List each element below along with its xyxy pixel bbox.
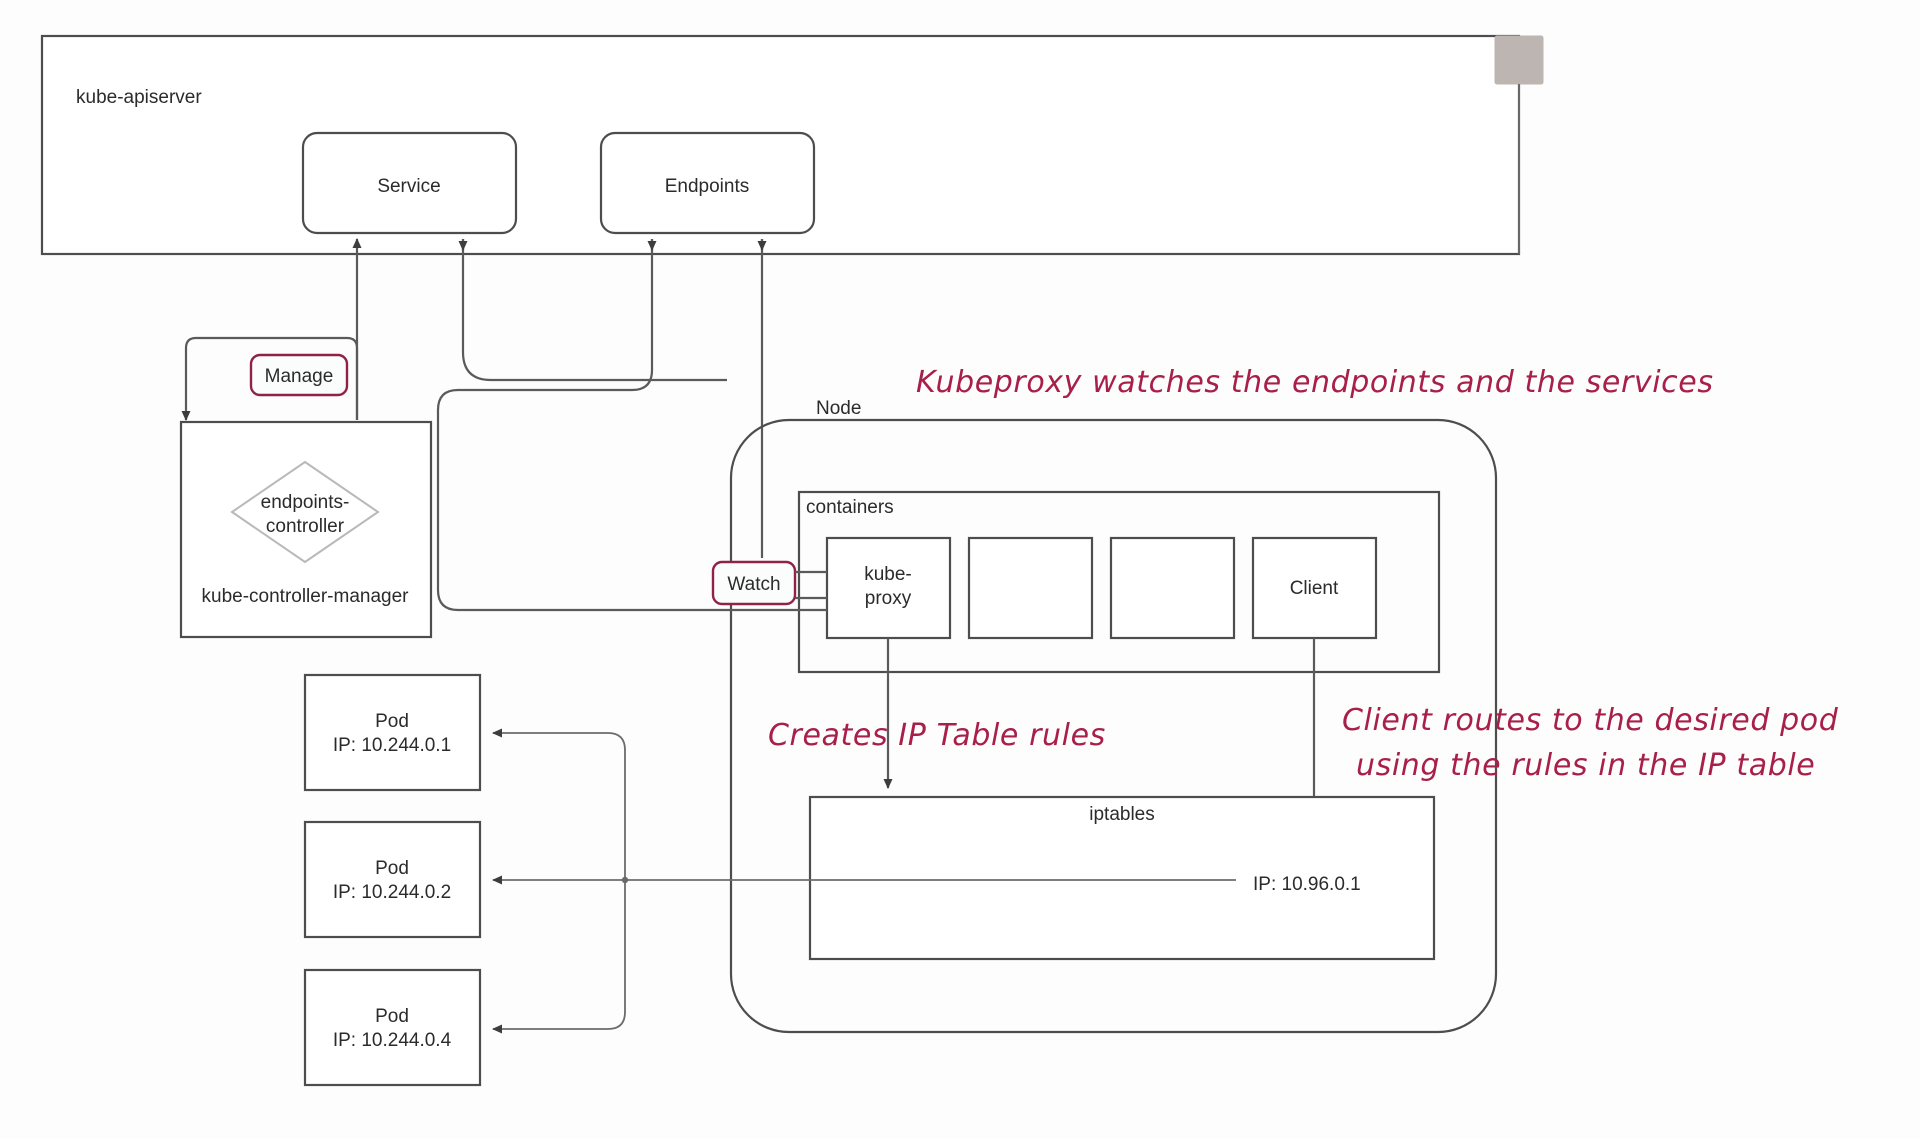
container-empty-2[interactable] [1109,536,1236,640]
kube-controller-manager-label: kube-controller-manager [202,586,410,607]
container-empty-1[interactable] [967,536,1094,640]
container-kube-proxy[interactable]: kube- proxy [825,536,952,640]
pod-3-name: Pod [375,1006,409,1027]
pod-box-1[interactable]: Pod IP: 10.244.0.1 [303,673,482,792]
iptables-label: iptables [1089,804,1155,825]
annotation-client-routes-line1: Client routes to the desired pod [1342,703,1839,738]
kube-proxy-architecture-diagram: kube-apiserver Service Endpoints Manage … [40,34,1839,1087]
endpoints-box[interactable]: Endpoints [599,131,816,235]
endpoints-label: Endpoints [665,176,750,197]
annotation-client-routes-line2: using the rules in the IP table [1356,748,1815,783]
annotation-kubeproxy-watches: Kubeproxy watches the endpoints and the … [916,365,1714,400]
iptables-ip-label: IP: 10.96.0.1 [1253,874,1361,895]
container-client[interactable]: Client [1251,536,1378,640]
kube-controller-manager-box[interactable]: endpoints- controller kube-controller-ma… [179,420,433,639]
service-box[interactable]: Service [301,131,518,235]
endpoints-controller-label-line2: controller [266,516,345,537]
annotation-creates-ip-table-rules: Creates IP Table rules [768,718,1106,753]
pod-2-ip: IP: 10.244.0.2 [333,882,451,903]
kube-proxy-label-line1: kube- [864,564,912,585]
pod-1-ip: IP: 10.244.0.1 [333,735,451,756]
manage-tag[interactable]: Manage [249,353,349,397]
kube-apiserver-label: kube-apiserver [76,87,202,108]
diagram-canvas: kube-apiserver Service Endpoints Manage … [0,0,1920,1139]
manage-tag-label: Manage [265,366,334,387]
connector-watch-to-service [458,239,727,382]
connector-kubeproxy-to-endpoints [436,239,730,612]
containers-label: containers [806,497,894,518]
pod-2-name: Pod [375,858,409,879]
node-label: Node [816,398,861,419]
pod-box-2[interactable]: Pod IP: 10.244.0.2 [303,820,482,939]
endpoints-controller-label-line1: endpoints- [261,492,350,513]
pod-1-name: Pod [375,711,409,732]
kube-proxy-label-line2: proxy [865,588,912,609]
watch-tag-label: Watch [727,574,780,595]
service-label: Service [377,176,440,197]
watch-tag[interactable]: Watch [711,560,797,606]
iptables-box[interactable]: iptables IP: 10.96.0.1 [808,795,1436,961]
pod-3-ip: IP: 10.244.0.4 [333,1030,452,1051]
client-label: Client [1290,578,1339,599]
pod-box-3[interactable]: Pod IP: 10.244.0.4 [303,968,482,1087]
